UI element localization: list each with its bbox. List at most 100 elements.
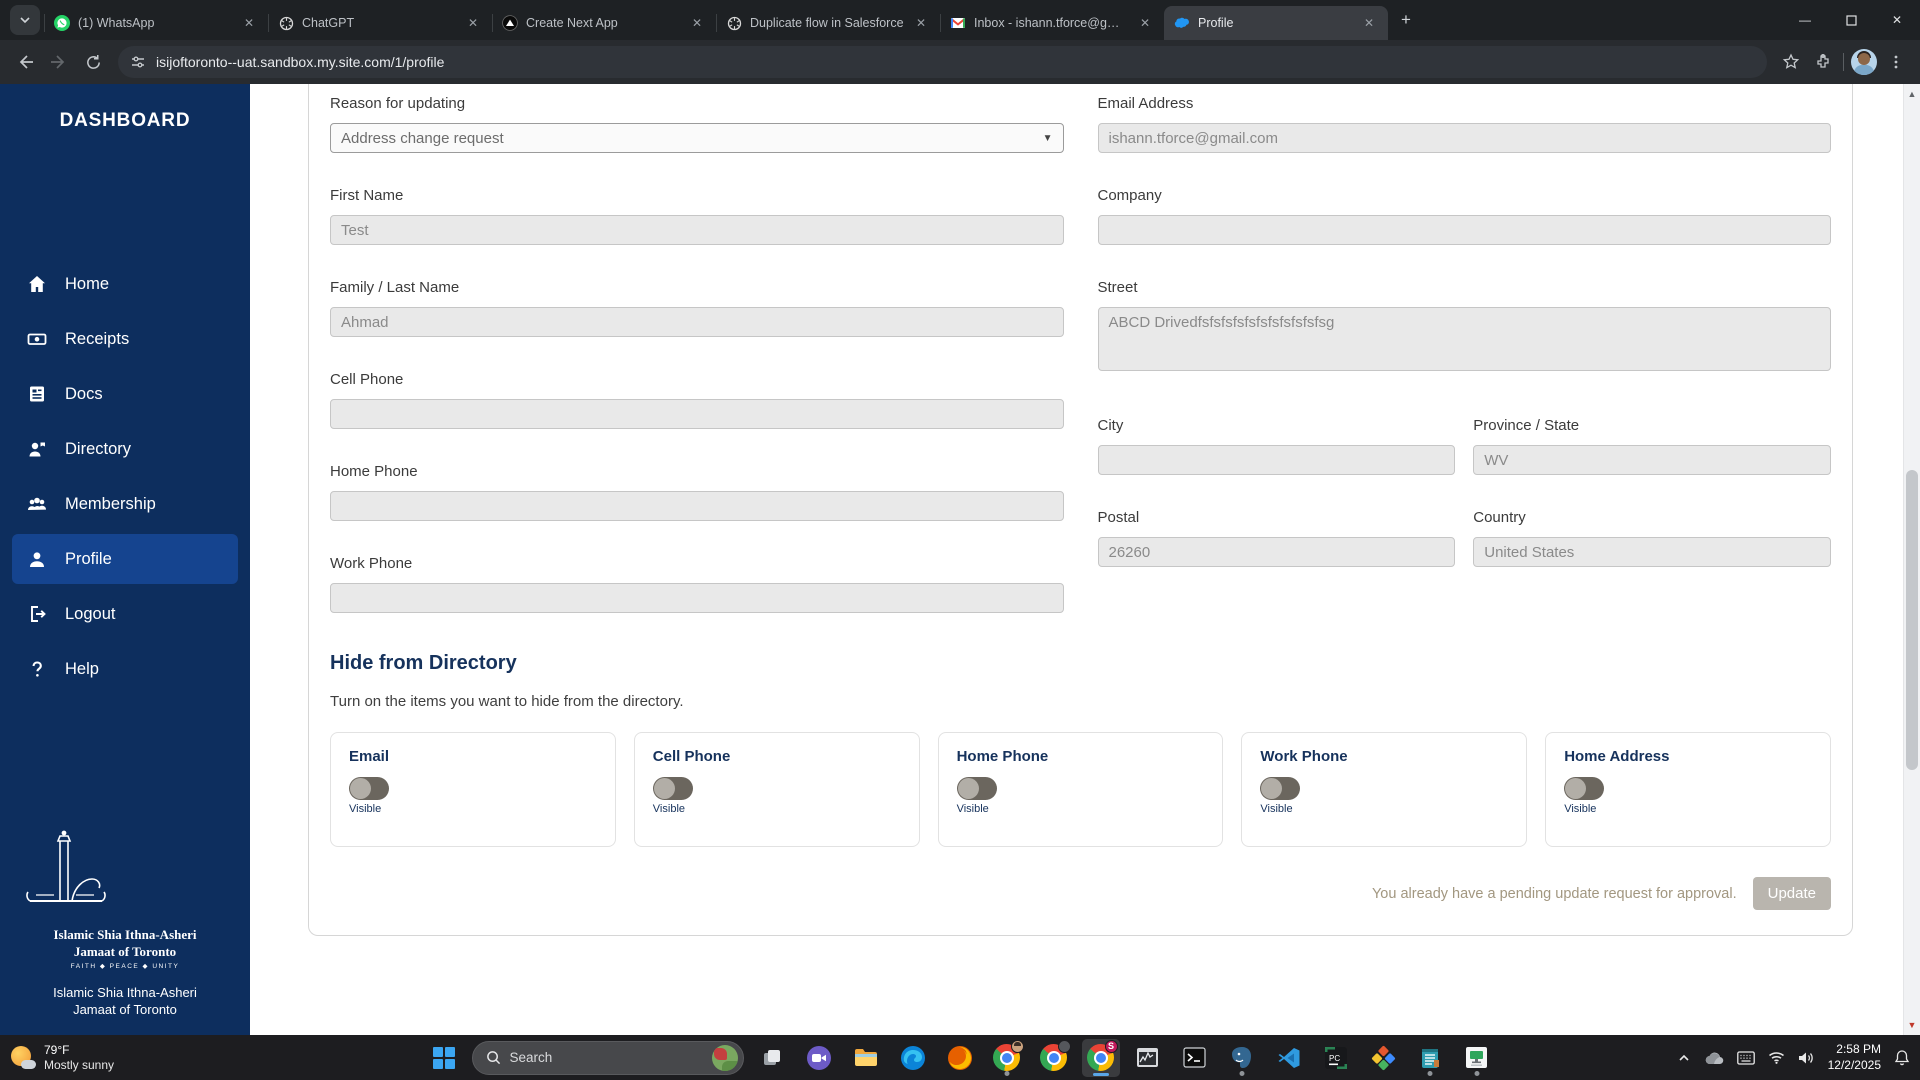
- last-name-input[interactable]: [330, 307, 1064, 337]
- running-indicator: [1474, 1070, 1479, 1076]
- cell-phone-input[interactable]: [330, 399, 1064, 429]
- taskbar-clock[interactable]: 2:58 PM 12/2/2025: [1828, 1042, 1881, 1073]
- home-phone-visibility-toggle[interactable]: [956, 777, 997, 800]
- work-phone-input[interactable]: [330, 583, 1064, 613]
- directory-icon: [29, 442, 45, 457]
- street-textarea[interactable]: ABCD Drivedfsfsfsfsfsfsfsfsfsfsfsg: [1097, 307, 1831, 371]
- tab-gmail-inbox[interactable]: Inbox - ishann.tforce@gmail.co ✕: [940, 6, 1164, 40]
- reload-button[interactable]: [76, 45, 110, 79]
- vscode-icon: [1278, 1047, 1299, 1068]
- chrome-active-button[interactable]: S: [1081, 1038, 1120, 1077]
- video-app-button[interactable]: [800, 1039, 838, 1077]
- url-bar[interactable]: isijoftoronto--uat.sandbox.my.site.com/1…: [118, 46, 1767, 78]
- reason-field: Reason for updating Address change reque…: [330, 94, 1064, 153]
- country-input[interactable]: [1473, 537, 1831, 567]
- postal-input[interactable]: [1097, 537, 1456, 567]
- tab-close-icon[interactable]: ✕: [688, 14, 706, 32]
- pycharm-button[interactable]: PC: [1317, 1039, 1355, 1077]
- update-button[interactable]: Update: [1752, 877, 1831, 910]
- search-highlight-icon[interactable]: [711, 1044, 738, 1071]
- tray-chevron-up-icon[interactable]: [1677, 1051, 1691, 1065]
- company-input[interactable]: [1097, 215, 1831, 245]
- system-monitor-button[interactable]: [1129, 1039, 1167, 1077]
- sidebar-item-home[interactable]: Home: [12, 259, 238, 309]
- tab-chatgpt[interactable]: ChatGPT ✕: [268, 6, 492, 40]
- pycharm-icon: PC: [1324, 1046, 1347, 1069]
- tab-create-next-app[interactable]: Create Next App ✕: [492, 6, 716, 40]
- task-view-button[interactable]: [753, 1039, 791, 1077]
- back-button[interactable]: [8, 45, 42, 79]
- new-tab-button[interactable]: +: [1392, 6, 1420, 34]
- window-minimize-button[interactable]: —: [1782, 0, 1828, 40]
- first-name-input[interactable]: [330, 215, 1064, 245]
- monitor-tool-button[interactable]: [1458, 1039, 1496, 1077]
- file-explorer-button[interactable]: [847, 1039, 885, 1077]
- tab-close-icon[interactable]: ✕: [912, 14, 930, 32]
- extensions-button[interactable]: [1807, 46, 1839, 78]
- city-input[interactable]: [1097, 445, 1456, 475]
- touch-keyboard-icon[interactable]: [1736, 1050, 1755, 1065]
- diamond-shapes-app-button[interactable]: [1364, 1039, 1402, 1077]
- cell-phone-visibility-toggle[interactable]: [652, 777, 693, 800]
- tab-profile-active[interactable]: Profile ✕: [1164, 6, 1388, 40]
- sidebar-item-profile[interactable]: Profile: [12, 534, 238, 584]
- tab-close-icon[interactable]: ✕: [240, 14, 258, 32]
- avatar: [1851, 49, 1877, 75]
- email-visibility-toggle[interactable]: [349, 777, 389, 800]
- tab-close-icon[interactable]: ✕: [1360, 14, 1378, 32]
- company-field: Company: [1097, 186, 1831, 245]
- start-button[interactable]: [425, 1039, 463, 1077]
- reason-select[interactable]: Address change request ▼: [330, 123, 1064, 153]
- home-address-visibility-toggle[interactable]: [1564, 777, 1605, 800]
- work-phone-label: Work Phone: [330, 555, 413, 572]
- chrome-secondary-button[interactable]: [1035, 1039, 1073, 1077]
- sidebar-item-membership[interactable]: Membership: [12, 479, 238, 529]
- scroll-down-arrow-icon[interactable]: ▼: [1904, 1017, 1920, 1033]
- window-maximize-button[interactable]: [1828, 0, 1874, 40]
- edge-button[interactable]: [894, 1039, 932, 1077]
- email-input[interactable]: [1097, 123, 1831, 153]
- scroll-up-arrow-icon[interactable]: ▲: [1904, 86, 1920, 102]
- province-input[interactable]: [1473, 445, 1831, 475]
- page-scrollbar[interactable]: ▲ ▼: [1903, 84, 1920, 1035]
- taskbar-search[interactable]: Search: [471, 1040, 744, 1075]
- volume-icon[interactable]: [1798, 1051, 1815, 1065]
- postgresql-button[interactable]: [1223, 1039, 1261, 1077]
- taskbar-weather-widget[interactable]: 79°F Mostly sunny: [10, 1043, 114, 1072]
- scrollbar-thumb[interactable]: [1906, 470, 1918, 770]
- tab-duplicate-flow[interactable]: Duplicate flow in Salesforce ✕: [716, 6, 940, 40]
- toggle-label: Cell Phone: [652, 748, 731, 765]
- wifi-icon[interactable]: [1768, 1051, 1785, 1064]
- notification-bell-icon[interactable]: [1894, 1049, 1910, 1066]
- site-info-icon[interactable]: [130, 54, 146, 70]
- work-phone-visibility-toggle[interactable]: [1260, 777, 1301, 800]
- browser-menu-button[interactable]: [1880, 46, 1912, 78]
- country-field: Country: [1473, 508, 1831, 567]
- bookmark-star-button[interactable]: [1775, 46, 1807, 78]
- toggle-state: Visible: [652, 803, 686, 815]
- sidebar-item-docs[interactable]: Docs: [12, 369, 238, 419]
- sidebar-item-directory[interactable]: Directory: [12, 424, 238, 474]
- tab-search-button[interactable]: [10, 5, 40, 35]
- profile-icon: [30, 552, 44, 567]
- chrome-profile-button[interactable]: [988, 1039, 1026, 1077]
- onedrive-icon[interactable]: [1704, 1051, 1724, 1065]
- vscode-button[interactable]: [1270, 1039, 1308, 1077]
- tab-whatsapp[interactable]: (1) WhatsApp ✕: [44, 6, 268, 40]
- sidebar-item-logout[interactable]: Logout: [12, 589, 238, 639]
- notes-app-button[interactable]: [1411, 1039, 1449, 1077]
- province-label: Province / State: [1473, 417, 1580, 434]
- vercel-icon: [502, 15, 518, 31]
- form-left-column: Reason for updating Address change reque…: [330, 94, 1064, 646]
- home-phone-input[interactable]: [330, 491, 1064, 521]
- forward-button[interactable]: [42, 45, 76, 79]
- firefox-button[interactable]: [941, 1039, 979, 1077]
- sidebar-item-receipts[interactable]: Receipts: [12, 314, 238, 364]
- sidebar-item-help[interactable]: Help: [12, 644, 238, 694]
- toggle-state: Visible: [956, 803, 989, 815]
- profile-avatar-button[interactable]: [1848, 46, 1880, 78]
- tab-close-icon[interactable]: ✕: [464, 14, 482, 32]
- terminal-button[interactable]: [1176, 1039, 1214, 1077]
- tab-close-icon[interactable]: ✕: [1136, 14, 1154, 32]
- window-close-button[interactable]: ✕: [1874, 0, 1920, 40]
